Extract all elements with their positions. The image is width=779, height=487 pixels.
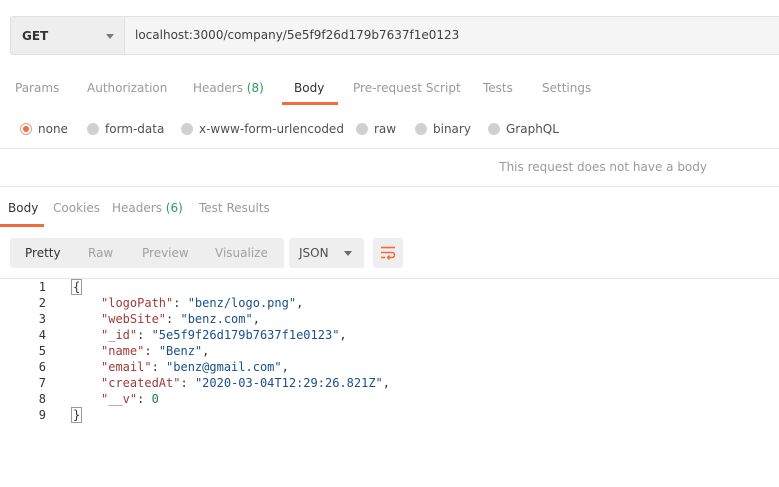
response-headers-count: (6) bbox=[165, 201, 183, 215]
radio-dot-icon bbox=[181, 123, 193, 135]
request-url-bar: GET localhost:3000/company/5e5f9f26d179b… bbox=[0, 0, 779, 62]
chevron-down-icon bbox=[344, 251, 352, 256]
method-label: GET bbox=[22, 29, 49, 43]
line-number: 4 bbox=[38, 328, 46, 342]
wrap-lines-icon bbox=[381, 246, 396, 260]
code-line: "createdAt": "2020-03-04T12:29:26.821Z", bbox=[101, 376, 391, 390]
tab-settings[interactable]: Settings bbox=[542, 81, 591, 95]
chevron-down-icon bbox=[106, 34, 114, 39]
format-label: JSON bbox=[299, 246, 329, 260]
line-number: 2 bbox=[38, 296, 46, 310]
open-brace: { bbox=[71, 279, 83, 295]
tab-tests[interactable]: Tests bbox=[483, 81, 513, 95]
response-body-editor[interactable]: 1 2 3 4 5 6 7 8 9 { "logoPath": "benz/lo… bbox=[0, 278, 779, 487]
line-number: 6 bbox=[38, 360, 46, 374]
tab-body[interactable]: Body bbox=[294, 81, 324, 95]
line-number: 3 bbox=[38, 312, 46, 326]
wrap-lines-button[interactable] bbox=[373, 238, 403, 268]
view-mode-switcher: Pretty Raw Preview Visualize bbox=[10, 238, 284, 268]
response-tab-body[interactable]: Body bbox=[8, 201, 38, 215]
code-line: { bbox=[71, 279, 83, 295]
response-tabs: Body Cookies Headers (6) Test Results bbox=[0, 194, 779, 227]
response-tab-test-results[interactable]: Test Results bbox=[199, 201, 270, 215]
tab-headers[interactable]: Headers (8) bbox=[193, 81, 264, 95]
code-line: } bbox=[71, 407, 83, 423]
active-response-tab-indicator bbox=[0, 224, 44, 227]
line-number-gutter: 1 2 3 4 5 6 7 8 9 bbox=[0, 279, 46, 487]
method-select[interactable]: GET bbox=[10, 16, 125, 55]
view-pretty-button[interactable]: Pretty bbox=[25, 246, 61, 260]
tab-authorization[interactable]: Authorization bbox=[87, 81, 167, 95]
line-number: 9 bbox=[38, 408, 46, 422]
code-line: "name": "Benz", bbox=[101, 344, 210, 358]
radio-dot-icon bbox=[20, 123, 32, 135]
body-type-radios: none form-data x-www-form-urlencoded raw… bbox=[0, 117, 779, 143]
code-line: "logoPath": "benz/logo.png", bbox=[101, 296, 304, 310]
divider bbox=[0, 148, 779, 149]
tab-params[interactable]: Params bbox=[15, 81, 59, 95]
code-line: "_id": "5e5f9f26d179b7637f1e0123", bbox=[101, 328, 347, 342]
radio-dot-icon bbox=[415, 123, 427, 135]
code-line: "webSite": "benz.com", bbox=[101, 312, 260, 326]
radio-dot-icon bbox=[356, 123, 368, 135]
view-visualize-button[interactable]: Visualize bbox=[215, 246, 268, 260]
url-input[interactable]: localhost:3000/company/5e5f9f26d179b7637… bbox=[125, 16, 779, 55]
line-number: 7 bbox=[38, 376, 46, 390]
request-tabs: Params Authorization Headers (8) Body Pr… bbox=[0, 74, 779, 105]
view-raw-button[interactable]: Raw bbox=[88, 246, 113, 260]
divider bbox=[0, 186, 779, 187]
code-line: "email": "benz@gmail.com", bbox=[101, 360, 289, 374]
close-brace: } bbox=[71, 407, 83, 423]
headers-count: (8) bbox=[246, 81, 264, 95]
radio-dot-icon bbox=[87, 123, 99, 135]
view-preview-button[interactable]: Preview bbox=[142, 246, 189, 260]
active-tab-indicator bbox=[282, 102, 338, 105]
line-number: 8 bbox=[38, 392, 46, 406]
line-number: 1 bbox=[38, 280, 46, 294]
response-tab-headers[interactable]: Headers (6) bbox=[112, 201, 183, 215]
response-tab-cookies[interactable]: Cookies bbox=[53, 201, 100, 215]
format-select[interactable]: JSON bbox=[289, 238, 364, 268]
tab-pre-request-script[interactable]: Pre-request Script bbox=[353, 81, 461, 95]
line-number: 5 bbox=[38, 344, 46, 358]
radio-dot-icon bbox=[488, 123, 500, 135]
code-line: "__v": 0 bbox=[101, 392, 159, 406]
no-body-message: This request does not have a body bbox=[499, 160, 707, 174]
